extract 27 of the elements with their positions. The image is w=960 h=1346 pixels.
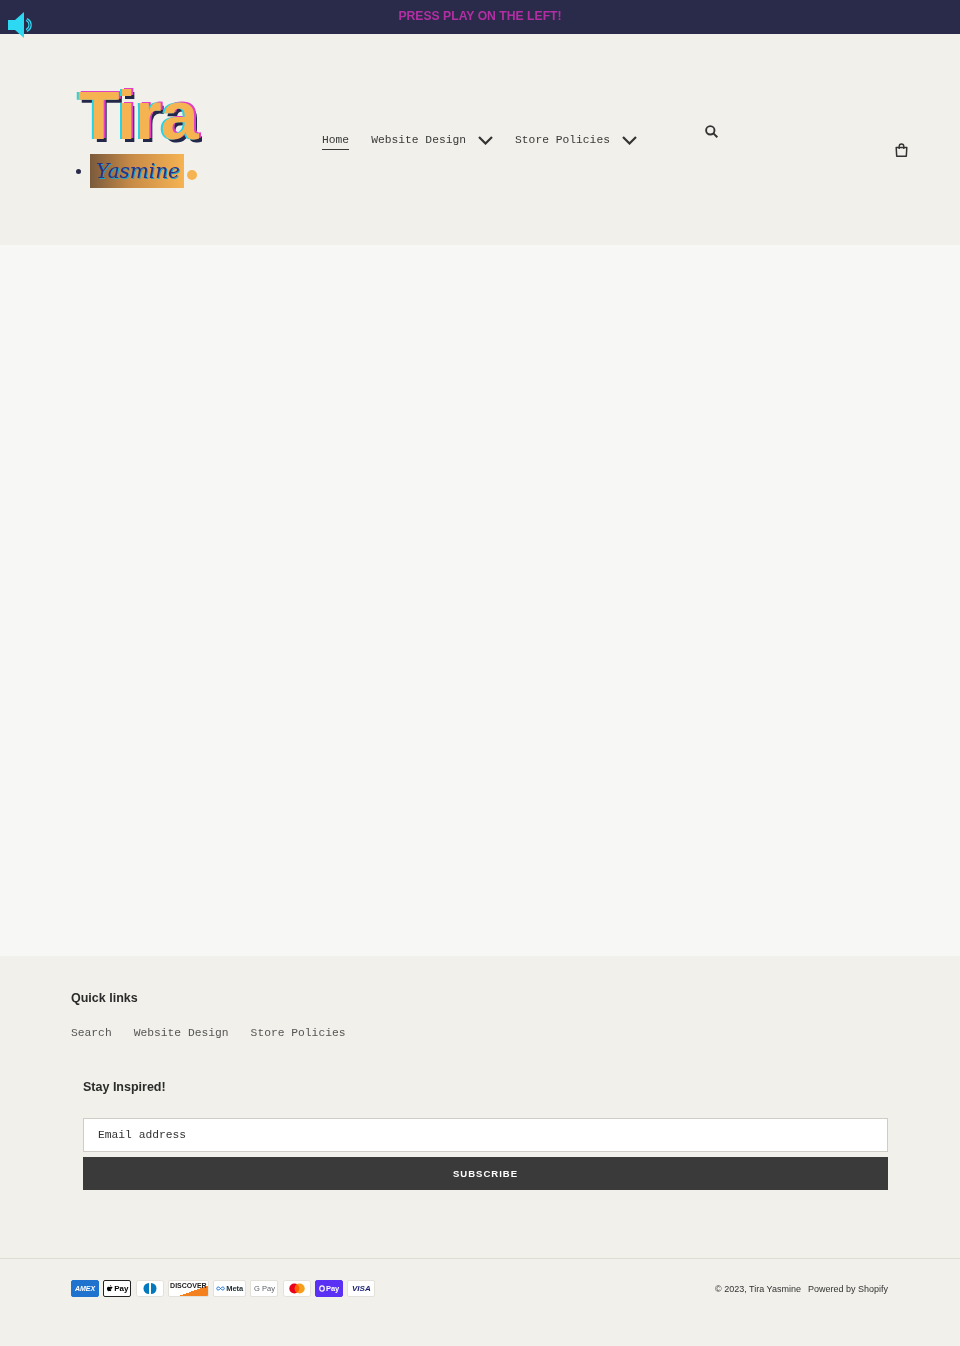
dot-icon: [76, 168, 81, 174]
email-field[interactable]: Email address: [83, 1118, 888, 1152]
announcement-text: PRESS PLAY ON THE LEFT!: [398, 9, 562, 23]
footer-link[interactable]: Website Design: [133, 1025, 229, 1041]
nav-link[interactable]: Home: [322, 132, 350, 150]
powered-by-link[interactable]: Powered by Shopify: [807, 1282, 888, 1295]
chevron-down-icon: [621, 135, 637, 145]
nav-dropdown[interactable]: Store Policies: [515, 132, 637, 150]
footer-link[interactable]: Search: [71, 1025, 112, 1041]
copyright-text: © 2023, Tira Yasmine: [715, 1282, 801, 1295]
ring-icon: [318, 1285, 325, 1292]
chevron-down-icon: [478, 135, 494, 145]
logo-script-text[interactable]: Yasmine: [90, 154, 184, 188]
payment-logo: VISA: [347, 1280, 376, 1297]
overlapping-circles-icon: [282, 1280, 311, 1297]
apple-icon: [106, 1284, 114, 1293]
speaker-icon[interactable]: [8, 12, 35, 38]
infinity-icon: [216, 1286, 226, 1291]
dot-icon: [186, 170, 197, 180]
nav-dropdown[interactable]: Website Design: [371, 132, 494, 150]
search-icon[interactable]: [704, 124, 718, 138]
section-heading: Stay Inspired!: [83, 1080, 166, 1094]
subscribe-button[interactable]: SUBSCRIBE: [83, 1157, 888, 1190]
shopping-bag-icon[interactable]: [895, 143, 908, 157]
section-heading: Quick links: [71, 991, 138, 1005]
payment-logo-text: Pay: [114, 1284, 129, 1293]
footer-link[interactable]: Store Policies: [250, 1025, 346, 1041]
